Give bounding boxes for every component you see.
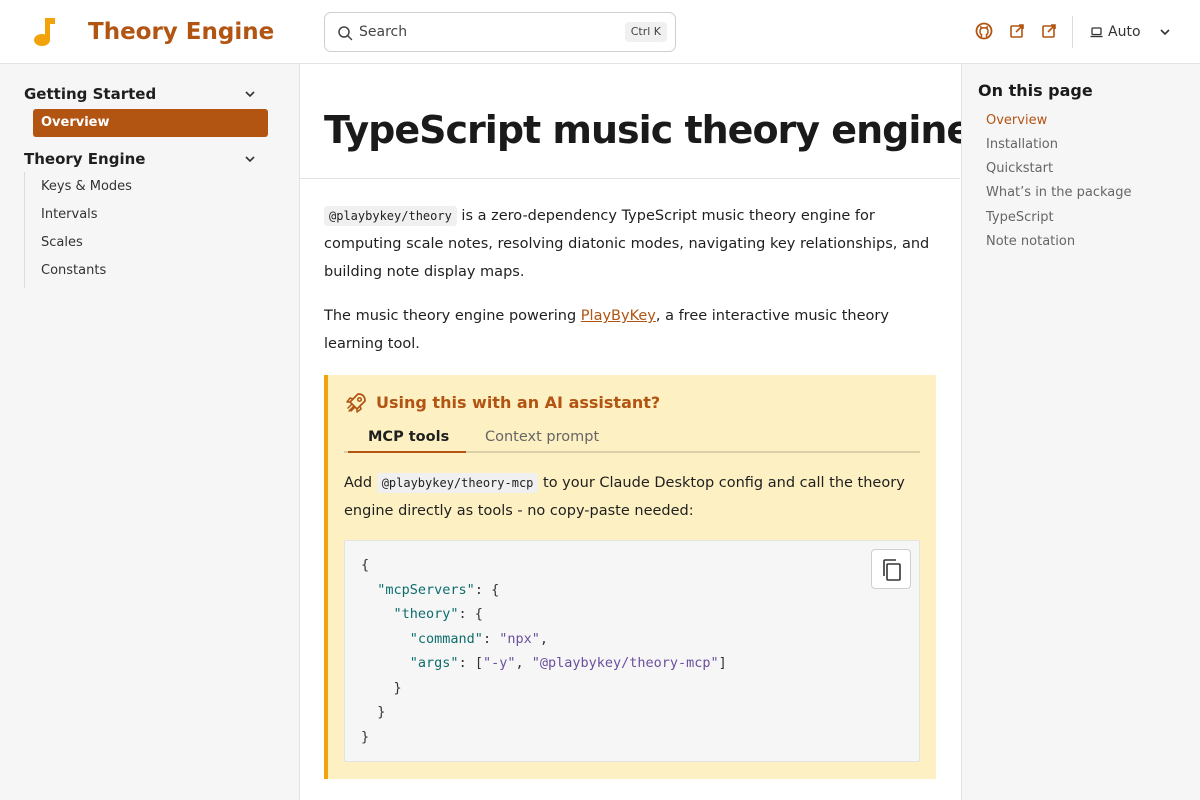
toc-title: On this page [978, 81, 1093, 100]
callout-text-before: Add [344, 475, 377, 491]
sidebar-group-getting-started[interactable]: Getting Started [24, 83, 156, 105]
table-of-contents: On this page Overview Installation Quick… [961, 64, 1200, 800]
powering-paragraph: The music theory engine powering PlayByK… [324, 302, 940, 358]
search-shortcut-badge: Ctrl K [624, 22, 667, 42]
theme-select[interactable]: Auto [1090, 18, 1141, 46]
toc-item-quickstart[interactable]: Quickstart [986, 159, 1053, 179]
code-string: "npx" [499, 630, 540, 647]
sidebar-group-theory-engine[interactable]: Theory Engine [24, 148, 145, 170]
code-key: "mcpServers" [377, 581, 475, 598]
powering-text-before: The music theory engine powering [324, 308, 581, 324]
chevron-down-icon[interactable] [1158, 25, 1172, 39]
main-content: TypeScript music theory engine @playbyke… [300, 64, 972, 800]
toc-item-whats-in-package[interactable]: What’s in the package [986, 183, 1132, 203]
code-key: "theory" [393, 606, 459, 622]
sidebar-item-intervals[interactable]: Intervals [41, 205, 98, 225]
laptop-icon [1090, 27, 1103, 38]
sidebar-item-scales[interactable]: Scales [41, 233, 83, 253]
chevron-down-icon[interactable] [243, 87, 257, 101]
github-icon[interactable] [975, 22, 993, 40]
search-icon [338, 26, 353, 41]
mcp-package-code: @playbykey/theory-mcp [376, 473, 539, 493]
toc-item-installation[interactable]: Installation [986, 135, 1058, 155]
code-block[interactable]: { "mcpServers": { "theory": { "command":… [344, 540, 920, 762]
code-key: "args" [409, 655, 459, 671]
playbykey-link[interactable]: PlayByKey [581, 308, 656, 324]
top-header: Theory Engine Search Ctrl K Auto [0, 0, 1200, 64]
sidebar-item-overview[interactable]: Overview [33, 109, 268, 137]
music-note-icon[interactable] [32, 16, 56, 48]
callout-title: Using this with an AI assistant? [376, 393, 661, 412]
sidebar: Getting Started Overview Theory Engine K… [0, 64, 300, 800]
header-divider [1072, 16, 1073, 48]
sidebar-item-constants[interactable]: Constants [41, 261, 106, 281]
code-string: "@playbykey/theory-mcp" [531, 655, 719, 671]
copy-icon [883, 559, 901, 581]
callout-paragraph: Add @playbykey/theory-mcp to your Claude… [344, 469, 920, 525]
rocket-icon [346, 393, 366, 413]
intro-paragraph: @playbykey/theory is a zero-dependency T… [324, 202, 940, 286]
chevron-down-icon[interactable] [243, 152, 257, 166]
title-divider [300, 178, 960, 179]
json-code: { "mcpServers": { "theory": { "command":… [361, 557, 727, 745]
copy-button[interactable] [871, 549, 911, 589]
code-key: "command" [409, 630, 483, 647]
tab-mcp-tools[interactable]: MCP tools [348, 425, 466, 453]
ai-assistant-callout: Using this with an AI assistant? MCP too… [324, 375, 936, 779]
tab-context-prompt[interactable]: Context prompt [485, 425, 599, 453]
code-string: "-y" [482, 655, 516, 671]
sidebar-tree-line [24, 172, 25, 288]
brand-title[interactable]: Theory Engine [88, 16, 274, 48]
page-title: TypeScript music theory engine [324, 108, 972, 152]
theme-label: Auto [1108, 24, 1141, 40]
toc-item-overview[interactable]: Overview [986, 111, 1047, 131]
external-link-icon[interactable] [1040, 22, 1058, 40]
external-link-icon[interactable] [1008, 22, 1026, 40]
search-placeholder: Search [359, 24, 408, 40]
toc-item-typescript[interactable]: TypeScript [986, 208, 1054, 228]
toc-item-note-notation[interactable]: Note notation [986, 232, 1075, 252]
search-input[interactable]: Search Ctrl K [324, 12, 676, 52]
package-name-code: @playbykey/theory [324, 206, 457, 226]
sidebar-item-keys-modes[interactable]: Keys & Modes [41, 177, 132, 197]
